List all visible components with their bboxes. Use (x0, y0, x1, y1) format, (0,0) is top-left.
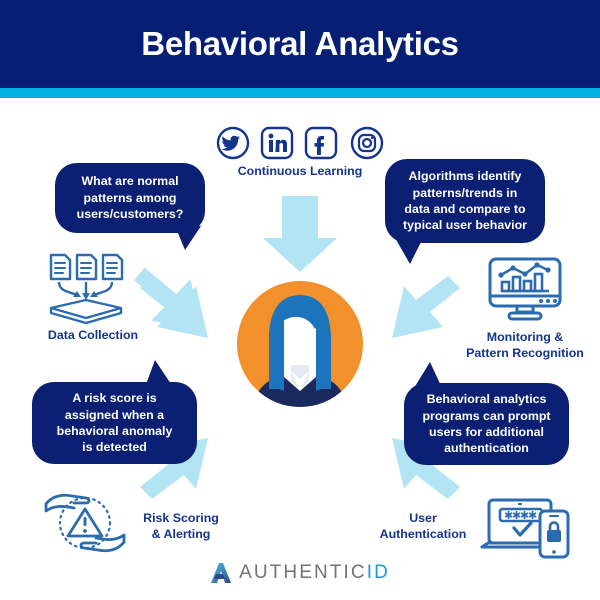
arrow-down-left-icon (392, 276, 460, 338)
bubble-behavioral-analytics: Behavioral analytics programs can prompt… (404, 383, 569, 465)
bubble-normal-patterns-text: What are normal patterns among users/cus… (76, 174, 184, 222)
risk-scoring-label: Risk Scoring & Alerting (143, 511, 219, 541)
svg-text:✱: ✱ (528, 510, 537, 522)
bubble-algorithms-text: Algorithms identify patterns/trends in d… (403, 169, 527, 233)
monitoring-label: Monitoring & Pattern Recognition (466, 330, 584, 360)
twitter-icon[interactable] (216, 126, 250, 160)
infographic-page: Behavioral Analytics Continuous Learning… (0, 0, 600, 600)
monitoring-icon (487, 256, 563, 324)
linkedin-icon[interactable] (260, 126, 294, 160)
brand-name-part1: AUTHENTIC (239, 562, 367, 583)
bubble-behavioral-analytics-text: Behavioral analytics programs can prompt… (422, 392, 551, 456)
brand-name: AUTHENTICID (239, 562, 390, 584)
user-authentication-label: User Authentication (379, 511, 467, 541)
user-avatar (237, 281, 363, 407)
arrow-down-icon (263, 196, 337, 272)
data-collection-label: Data Collection (47, 328, 139, 342)
brand-name-part2: ID (366, 562, 390, 583)
bubble-risk-score: A risk score is assigned when a behavior… (32, 382, 197, 464)
instagram-icon[interactable] (350, 126, 384, 160)
user-authentication-icon: ✱ ✱ ✱ ✱ (478, 497, 572, 559)
facebook-icon[interactable] (304, 126, 338, 160)
authenticid-a-mark (211, 563, 232, 583)
social-icons-group (216, 126, 384, 160)
bubble-normal-patterns: What are normal patterns among users/cus… (55, 163, 205, 233)
footer-logo: AUTHENTICID (0, 558, 600, 588)
bubble-algorithms: Algorithms identify patterns/trends in d… (385, 159, 545, 243)
bubble-risk-score-text: A risk score is assigned when a behavior… (56, 391, 173, 455)
data-collection-icon (41, 252, 131, 325)
continuous-learning-label: Continuous Learning (237, 164, 363, 178)
risk-scoring-icon (42, 490, 128, 556)
